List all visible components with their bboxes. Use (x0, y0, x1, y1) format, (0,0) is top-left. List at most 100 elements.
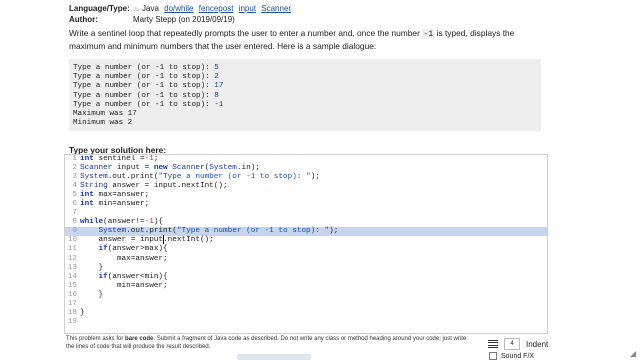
line-number: 7 (72, 209, 77, 218)
line-number: 17 (67, 299, 77, 308)
author-label: Author: (69, 15, 98, 24)
code-text[interactable]: int sentinel =-1; (80, 155, 158, 163)
code-line[interactable]: 8 while(answer!=-1){ (65, 218, 547, 227)
sample-input: -1 (214, 100, 224, 109)
line-number: 19 (67, 317, 77, 326)
code-text[interactable]: String answer = input.nextInt(); (80, 182, 228, 190)
sample-prompt: Type a number (or -1 to stop): (73, 100, 215, 109)
code-line[interactable]: 9 System.out.print("Type a number (or -1… (65, 227, 547, 237)
sample-input: 8 (214, 91, 219, 100)
sound-fx-label: Sound F/X (501, 352, 535, 360)
code-line[interactable]: 1 int sentinel =-1; (65, 155, 547, 164)
sample-line: Type a number (or -1 to stop): 2 (73, 73, 537, 82)
code-line[interactable]: 2 Scanner input = new Scanner(System.in); (65, 164, 547, 173)
problem-meta: Language/Type: ♨ Java do/while fencepost … (69, 4, 291, 25)
code-line[interactable]: 7 (65, 209, 547, 218)
indent-size-input[interactable]: 4 (504, 338, 520, 350)
code-line[interactable]: 18} (65, 309, 547, 318)
line-number: 14 (67, 272, 77, 281)
author-row: Author: Marty Stepp (on 2019/09/19) (69, 15, 291, 25)
submit-button[interactable] (237, 354, 311, 360)
description-text: Write a sentinel loop that repeatedly pr… (69, 28, 423, 38)
code-line[interactable]: 3 System.out.print("Type a number (or -1 … (65, 173, 547, 182)
line-number: 5 (72, 191, 77, 200)
tag-link[interactable]: Scanner (261, 4, 291, 13)
code-line[interactable]: 6 int min=answer; (65, 200, 547, 209)
code-line[interactable]: 13 } (65, 264, 547, 273)
line-number: 10 (67, 236, 77, 245)
description-code: -1 (422, 29, 435, 39)
sample-prompt: Type a number (or -1 to stop): (73, 64, 215, 72)
tag-link[interactable]: fencepost (199, 4, 234, 13)
code-text[interactable]: } (80, 291, 103, 299)
sample-line: Type a number (or -1 to stop): 5 (73, 64, 537, 73)
language-label: Language/Type: (69, 4, 130, 13)
language-value: Java (142, 4, 159, 13)
language-row: Language/Type: ♨ Java do/while fencepost … (69, 4, 291, 15)
code-text[interactable]: int max=answer; (80, 191, 149, 199)
line-number: 18 (67, 308, 77, 317)
sample-dialogue: Type a number (or -1 to stop): 5 Type a n… (69, 59, 541, 131)
indent-button-label[interactable]: Indent (526, 340, 548, 349)
code-line[interactable]: 12 max=answer; (65, 255, 547, 264)
code-text[interactable]: Scanner input = new Scanner(System.in); (80, 164, 260, 172)
line-number: 3 (72, 173, 77, 182)
line-number: 15 (67, 281, 77, 290)
code-text[interactable]: int min=answer; (80, 200, 149, 208)
problem-description: Write a sentinel loop that repeatedly pr… (69, 27, 549, 52)
line-number: 2 (72, 164, 77, 173)
sample-output: Maximum was 17 (73, 110, 137, 119)
code-line[interactable]: 19 (65, 318, 547, 327)
sound-fx-toggle[interactable]: Sound F/X (489, 352, 534, 360)
code-line[interactable]: 16 } (65, 291, 547, 300)
code-line[interactable]: 15 min=answer; (65, 282, 547, 291)
line-number: 11 (67, 245, 77, 254)
code-text[interactable]: } (80, 309, 85, 317)
code-line[interactable]: 5 int max=answer; (65, 191, 547, 200)
bare-code-note: This problem asks for bare code. Submit … (66, 335, 474, 351)
line-number: 12 (67, 254, 77, 263)
code-text[interactable]: if(answer>max){ (80, 245, 167, 253)
sample-prompt: Type a number (or -1 to stop): (73, 73, 215, 82)
sample-input: 2 (214, 73, 219, 82)
language-value-group: ♨ Java do/while fencepost input Scanner (133, 4, 291, 15)
java-cup-icon: ♨ (133, 6, 140, 13)
code-line[interactable]: 4 String answer = input.nextInt(); (65, 182, 547, 191)
sample-line: Type a number (or -1 to stop): 17 (73, 82, 537, 91)
sample-line: Type a number (or -1 to stop): 8 (73, 92, 537, 101)
line-number: 4 (72, 182, 77, 191)
tag-link[interactable]: do/while (164, 4, 193, 13)
code-line[interactable]: 10 answer = input.nextInt(); (65, 235, 547, 245)
code-text[interactable]: answer = input.nextInt(); (80, 236, 213, 244)
code-line[interactable]: 11 if(answer>max){ (65, 245, 547, 254)
sample-prompt: Type a number (or -1 to stop): (73, 82, 215, 91)
indent-control[interactable]: 4 Indent (488, 338, 548, 350)
code-text[interactable]: while(answer!=-1){ (80, 218, 163, 226)
indent-icon[interactable] (488, 340, 498, 348)
code-line[interactable]: 17 (65, 300, 547, 309)
line-number: 6 (72, 200, 77, 209)
note-bold: bare code (125, 336, 154, 342)
author-value: Marty Stepp (on 2019/09/19) (133, 15, 235, 24)
code-text[interactable]: System.out.print("Type a number (or -1 t… (80, 227, 338, 235)
code-text[interactable]: System.out.print("Type a number (or -1 t… (80, 173, 320, 181)
line-number: 9 (72, 227, 77, 236)
code-text[interactable]: max=answer; (80, 255, 168, 263)
code-text[interactable]: } (80, 264, 103, 272)
note-text: This problem asks for (66, 336, 126, 342)
sample-input: 5 (214, 64, 219, 72)
line-number: 13 (67, 263, 77, 272)
sample-prompt: Type a number (or -1 to stop): (73, 91, 215, 100)
code-text[interactable]: min=answer; (80, 282, 168, 290)
line-number: 16 (67, 290, 77, 299)
text-cursor (163, 235, 170, 245)
code-text[interactable]: if(answer<min){ (80, 273, 167, 281)
resize-handle-icon[interactable]: ◢ (630, 349, 636, 358)
tag-link[interactable]: input (239, 4, 256, 13)
sound-fx-checkbox[interactable] (489, 352, 497, 360)
sample-line: Type a number (or -1 to stop): -1 (73, 101, 537, 110)
code-editor[interactable]: 1 int sentinel =-1; 2 Scanner input = new S… (64, 154, 548, 334)
sample-input: 17 (214, 82, 224, 91)
code-line[interactable]: 14 if(answer<min){ (65, 273, 547, 282)
line-number: 8 (72, 218, 77, 227)
